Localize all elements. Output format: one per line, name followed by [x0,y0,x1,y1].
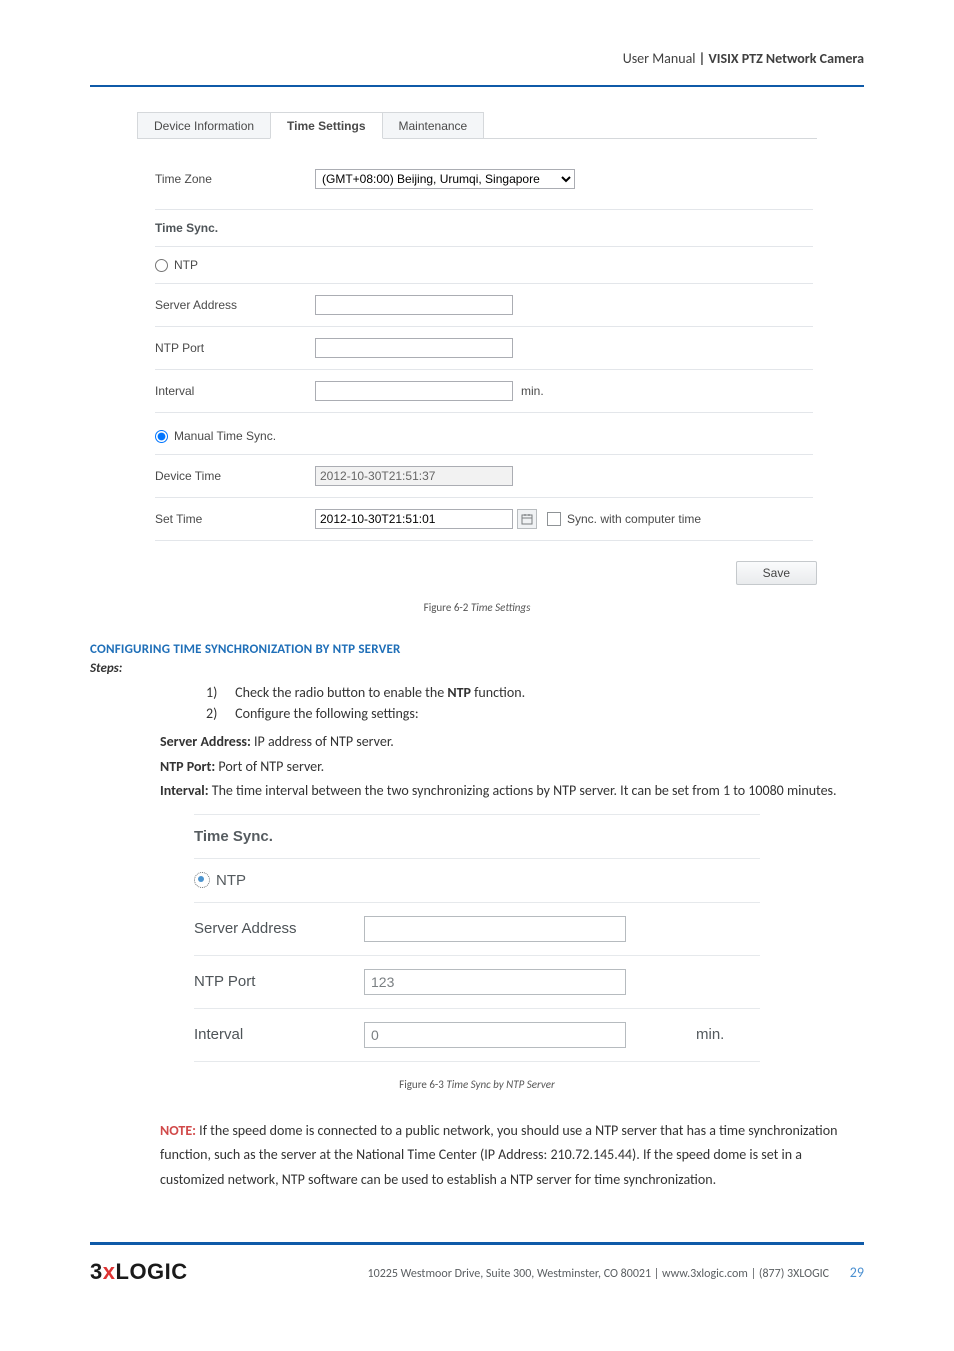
p2-interval-input[interactable] [364,1022,626,1048]
header-title: | VISIX PTZ Network Camera [699,50,864,67]
p2-group-title: Time Sync. [194,828,273,845]
figure-6-2-caption: Figure 6-2 Time Settings [90,601,864,614]
p2-ntp-port-input[interactable] [364,969,626,995]
note-body: If the speed dome is connected to a publ… [160,1122,837,1188]
page-number: 29 [850,1264,864,1281]
tab-row: Device Information Time Settings Mainten… [137,111,817,139]
section-heading: CONFIGURING TIME SYNCHRONIZATION BY NTP … [90,642,864,657]
ntp-port-label: NTP Port [155,341,315,355]
steps-list: 1) Check the radio button to enable the … [90,682,864,724]
header-prefix: User Manual [623,50,699,67]
calendar-icon[interactable] [517,509,537,529]
time-settings-panel: Device Information Time Settings Mainten… [137,111,817,585]
interval-label: Interval [155,384,315,398]
ntp-port-input[interactable] [315,338,513,358]
time-sync-group-title: Time Sync. [155,221,218,235]
footer-rule [90,1242,864,1245]
server-address-label: Server Address [155,298,315,312]
note-prefix: NOTE: [160,1122,196,1139]
p2-ntp-port-label: NTP Port [194,973,364,990]
p2-ntp-radio-label: NTP [216,872,246,889]
set-time-label: Set Time [155,512,315,526]
manual-sync-radio-label: Manual Time Sync. [174,429,276,443]
p2-interval-label: Interval [194,1026,364,1043]
ntp-radio[interactable] [155,259,168,272]
tab-device-information[interactable]: Device Information [137,112,271,138]
figure-6-3-caption: Figure 6-3 Time Sync by NTP Server [90,1078,864,1091]
interval-unit: min. [521,384,544,398]
step-2: 2) Configure the following settings: [200,703,864,724]
header-rule [90,85,864,87]
time-sync-ntp-panel: Time Sync. NTP Server Address NTP Port I… [194,814,760,1062]
ntp-radio-label: NTP [174,258,198,272]
note-paragraph: NOTE: If the speed dome is connected to … [160,1119,864,1193]
time-zone-label: Time Zone [155,172,315,186]
tab-time-settings[interactable]: Time Settings [270,112,382,139]
p2-interval-unit: min. [696,1026,724,1043]
steps-label: Steps: [90,661,864,676]
footer-line: 10225 Westmoor Drive, Suite 300, Westmin… [368,1267,830,1281]
field-descriptions: Server Address: IP address of NTP server… [160,730,864,804]
brand-logo: 3xLOGIC [90,1259,188,1285]
save-button[interactable]: Save [736,561,817,585]
tab-maintenance[interactable]: Maintenance [382,112,485,138]
page-footer: 3xLOGIC 10225 Westmoor Drive, Suite 300,… [90,1259,864,1285]
manual-sync-radio[interactable] [155,430,168,443]
device-time-input [315,466,513,486]
sync-with-computer-checkbox[interactable] [547,512,561,526]
step-1: 1) Check the radio button to enable the … [200,682,864,703]
p2-ntp-radio[interactable] [194,872,210,888]
time-zone-select[interactable]: (GMT+08:00) Beijing, Urumqi, Singapore [315,169,575,189]
p2-server-address-label: Server Address [194,920,364,937]
page-header: User Manual | VISIX PTZ Network Camera [90,50,864,67]
device-time-label: Device Time [155,469,315,483]
sync-with-computer-label: Sync. with computer time [567,512,701,526]
p2-server-address-input[interactable] [364,916,626,942]
server-address-input[interactable] [315,295,513,315]
interval-input[interactable] [315,381,513,401]
set-time-input[interactable] [315,509,513,529]
